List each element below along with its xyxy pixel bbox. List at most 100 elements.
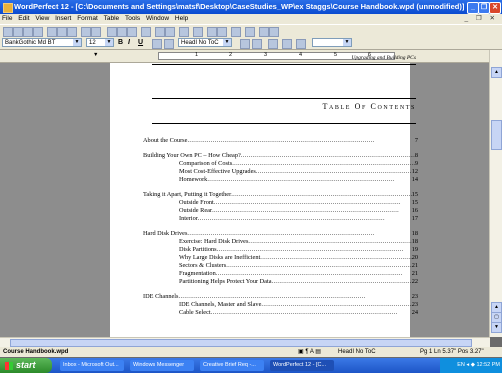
toc-subentry[interactable]: IDE Channels, Master and Slave23	[143, 301, 418, 309]
toc-subentry[interactable]: Cable Select24	[143, 309, 418, 317]
toc-entry[interactable]: Taking it Apart, Putting it Together15	[143, 191, 418, 199]
underline-button[interactable]: U	[138, 39, 143, 47]
status-icons[interactable]: ▣ ¶ A ▤	[298, 347, 321, 357]
toc-subentry[interactable]: Exercise: Hard Disk Drives18	[143, 238, 418, 246]
cut-icon[interactable]	[47, 27, 57, 37]
toc-subentry[interactable]: Comparison of Costs9	[143, 160, 418, 168]
highlight-icon[interactable]	[141, 27, 151, 37]
chevron-down-icon[interactable]: ▼	[73, 39, 81, 46]
bullets-icon[interactable]	[155, 27, 165, 37]
menu-tools[interactable]: Tools	[123, 14, 142, 24]
window-title: WordPerfect 12 - [C:\Documents and Setti…	[14, 2, 465, 11]
toc-subentry[interactable]: Outside Front15	[143, 199, 418, 207]
format-icon[interactable]	[117, 27, 127, 37]
toc-subentry[interactable]: Homework14	[143, 176, 418, 184]
new-document-icon[interactable]	[3, 27, 13, 37]
toc-subentry[interactable]: Sectors & Clusters21	[143, 262, 418, 270]
status-filename: Course Handbook.wpd	[3, 349, 69, 355]
app-icon[interactable]	[3, 3, 13, 13]
property-bar: BankGothic Md BT ▼ 12 ▼ B I U HeadI No T…	[0, 37, 502, 50]
status-style: HeadI No ToC	[338, 349, 376, 355]
ruler-tab-icon[interactable]: ▼	[93, 52, 98, 58]
start-button[interactable]: start	[0, 358, 52, 373]
vertical-scrollbar[interactable]: ▲ ▲ ▢ ▼	[489, 50, 502, 337]
justify-icon[interactable]	[152, 39, 162, 49]
copy-icon[interactable]	[57, 27, 67, 37]
toc-entry[interactable]: About the Course7	[143, 137, 418, 145]
font-color-icon[interactable]	[164, 39, 174, 49]
next-page-icon[interactable]: ▼	[491, 322, 502, 333]
taskbar: start Inbox - Microsoft Out... Windows M…	[0, 358, 502, 373]
menu-edit[interactable]: Edit	[16, 14, 31, 24]
toolbar	[0, 24, 502, 37]
table-icon[interactable]	[193, 27, 203, 37]
chart-icon[interactable]	[231, 27, 241, 37]
horizontal-scrollbar[interactable]	[0, 337, 490, 347]
scroll-thumb[interactable]	[491, 120, 502, 150]
toc-mark-icon[interactable]	[240, 39, 250, 49]
chevron-down-icon[interactable]: ▼	[223, 39, 231, 46]
clock: 12:52 PM	[476, 362, 500, 368]
spellcheck-icon[interactable]	[268, 39, 278, 49]
close-button[interactable]: ✕	[489, 2, 501, 14]
taskbar-item-creative-brief[interactable]: Creative Brief Req -...	[200, 360, 264, 371]
system-tray[interactable]: EN ◂ ◆ 12:52 PM	[440, 358, 502, 373]
toc-subentry[interactable]: Interior17	[143, 215, 418, 223]
navigator-icon[interactable]	[245, 27, 255, 37]
symbol-icon[interactable]	[217, 27, 227, 37]
document-window-controls[interactable]: _ ❐ ✕	[464, 14, 498, 24]
style-value: HeadI No ToC	[181, 40, 219, 46]
style-dropdown[interactable]: HeadI No ToC ▼	[178, 38, 232, 47]
font-size-value: 12	[89, 40, 96, 46]
toc-subentry[interactable]: Partitioning Helps Protect Your Data22	[143, 278, 418, 286]
italic-button[interactable]: I	[128, 39, 130, 47]
menu-format[interactable]: Format	[75, 14, 100, 24]
toc-define-icon[interactable]	[252, 39, 262, 49]
page-header-text: Upgrading and Building PCs	[351, 55, 416, 61]
chevron-down-icon[interactable]: ▼	[105, 39, 113, 46]
font-face-dropdown[interactable]: BankGothic Md BT ▼	[2, 38, 82, 47]
print-icon[interactable]	[33, 27, 43, 37]
taskbar-item-wordperfect[interactable]: WordPerfect 12 - [C...	[270, 360, 334, 371]
menu-window[interactable]: Window	[144, 14, 171, 24]
toc-entry[interactable]: IDE Channels23	[143, 293, 418, 301]
paste-icon[interactable]	[67, 27, 77, 37]
toc-entry[interactable]: Hard Disk Drives18	[143, 230, 418, 238]
divider-bottom	[152, 123, 416, 124]
toc-subentry[interactable]: Most Cost-Effective Upgrades12	[143, 168, 418, 176]
zoom-icon[interactable]	[207, 27, 217, 37]
windows-logo-icon	[5, 361, 13, 370]
comment-icon[interactable]	[296, 39, 306, 49]
open-icon[interactable]	[13, 27, 23, 37]
empty-dropdown[interactable]: ▼	[312, 38, 352, 47]
toc-entry[interactable]: Building Your Own PC – How Cheap?8	[143, 152, 418, 160]
bold-button[interactable]: B	[118, 39, 123, 47]
columns-icon[interactable]	[179, 27, 189, 37]
save-icon[interactable]	[23, 27, 33, 37]
table-of-contents: About the Course7 Building Your Own PC –…	[143, 137, 418, 317]
scroll-up-icon[interactable]: ▲	[491, 67, 502, 78]
menu-view[interactable]: View	[33, 14, 51, 24]
menu-table[interactable]: Table	[102, 14, 122, 24]
font-size-dropdown[interactable]: 12 ▼	[86, 38, 114, 47]
toc-title: Table Of Contents	[322, 102, 416, 111]
bookmark-icon[interactable]	[282, 39, 292, 49]
toc-subentry[interactable]: Outside Rear16	[143, 207, 418, 215]
menu-help[interactable]: Help	[173, 14, 190, 24]
taskbar-item-messenger[interactable]: Windows Messenger	[130, 360, 194, 371]
undo-icon[interactable]	[81, 27, 91, 37]
toc-subentry[interactable]: Fragmentation21	[143, 270, 418, 278]
menu-file[interactable]: File	[0, 14, 14, 24]
back-icon[interactable]	[259, 27, 269, 37]
toc-subentry[interactable]: Disk Partitions19	[143, 246, 418, 254]
hscroll-thumb[interactable]	[10, 339, 472, 347]
forward-icon[interactable]	[269, 27, 279, 37]
spellcheck-icon[interactable]	[107, 27, 117, 37]
draw-line-icon[interactable]	[127, 27, 137, 37]
toc-subentry[interactable]: Why Large Disks are Inefficient20	[143, 254, 418, 262]
redo-icon[interactable]	[91, 27, 101, 37]
menu-insert[interactable]: Insert	[53, 14, 73, 24]
taskbar-item-outlook[interactable]: Inbox - Microsoft Out...	[60, 360, 124, 371]
chevron-down-icon[interactable]: ▼	[343, 39, 351, 46]
numbering-icon[interactable]	[165, 27, 175, 37]
